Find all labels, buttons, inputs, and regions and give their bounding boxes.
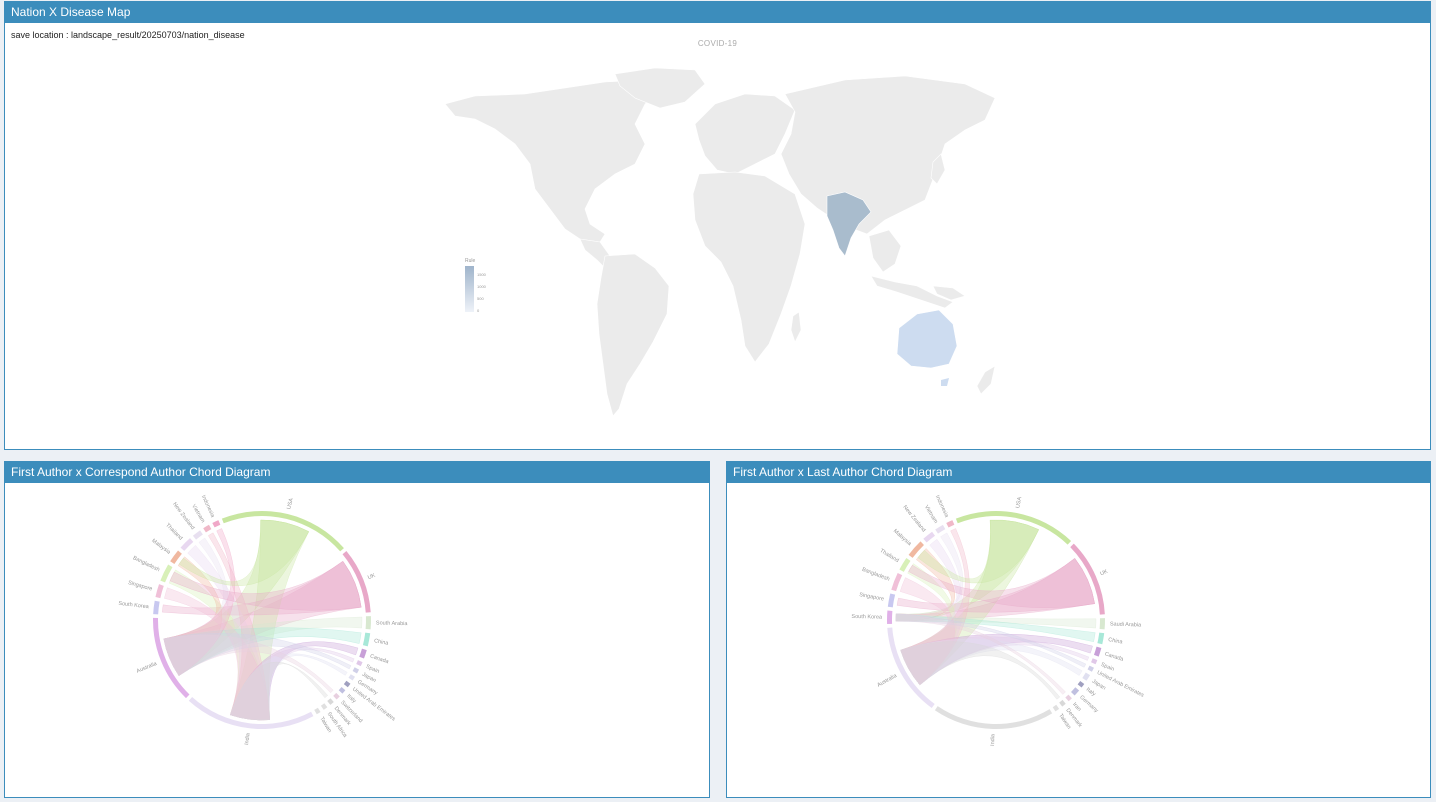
map-legend: Rule 1500 1000 500 0 xyxy=(465,258,487,313)
madagascar[interactable] xyxy=(790,311,802,343)
chord-arc-united-arab-emirates[interactable] xyxy=(1087,665,1094,672)
australia-region[interactable] xyxy=(896,309,958,369)
chord-label: Canada xyxy=(369,653,390,665)
chord-label: Singapore xyxy=(127,580,153,593)
chord-diagram-1[interactable]: USAUKSouth ArabiaChinaCanadaSpainJapanGe… xyxy=(5,484,709,798)
chord-arc-spain[interactable] xyxy=(356,660,363,667)
chord-arc-germany[interactable] xyxy=(1071,687,1080,696)
legend-tick: 500 xyxy=(477,296,484,301)
legend-label: Rule xyxy=(465,258,476,264)
chord-label: South Arabia xyxy=(376,620,409,627)
chord-label: Vietnam xyxy=(923,504,939,525)
chord-arc-india[interactable] xyxy=(934,706,1053,729)
chord-label: South Korea xyxy=(851,614,883,621)
chord-label: India xyxy=(990,733,996,746)
chord-label: Thailand xyxy=(164,522,183,541)
legend-tick: 0 xyxy=(477,308,480,313)
chord-label: India xyxy=(244,732,252,746)
asia[interactable] xyxy=(780,75,996,235)
chord-arc-taiwan[interactable] xyxy=(1052,704,1060,712)
panel-title: First Author x Correspond Author Chord D… xyxy=(5,462,709,483)
chord-label: Malaysia xyxy=(150,538,172,556)
chord-arc-switzerland[interactable] xyxy=(333,692,340,700)
chord-arc-south-korea[interactable] xyxy=(887,610,893,625)
world-map[interactable]: Rule 1500 1000 500 0 xyxy=(5,24,1430,450)
panel-title: First Author x Last Author Chord Diagram xyxy=(727,462,1430,483)
chord-label: South Korea xyxy=(118,601,150,611)
chord-label: Canada xyxy=(1104,651,1125,663)
chord-diagram-2[interactable]: USAUKSaudi ArabiaChinaCanadaSpainUnited … xyxy=(727,484,1430,798)
chord-label: UK xyxy=(367,573,377,582)
legend-tick: 1000 xyxy=(477,284,487,289)
chord-ribbons xyxy=(895,519,1097,700)
chord-arc-new-zealand[interactable] xyxy=(192,530,203,540)
south-america[interactable] xyxy=(596,253,670,417)
chord-arc-vietnam[interactable] xyxy=(935,524,946,534)
north-america[interactable] xyxy=(444,79,666,243)
chord-arc-china[interactable] xyxy=(362,632,371,647)
disease-map-panel: Nation X Disease Map save location : lan… xyxy=(4,1,1431,450)
chord-label: Vietnam xyxy=(190,504,206,525)
chord-arc-indonesia[interactable] xyxy=(212,520,221,528)
chord-arc-canada[interactable] xyxy=(359,648,367,659)
chord-label: Saudi Arabia xyxy=(1110,621,1142,628)
chord-arc-new-zealand[interactable] xyxy=(923,531,936,543)
chord-label: UK xyxy=(1099,569,1109,578)
chord-label: Bangladesh xyxy=(132,555,161,573)
chord-arc-spain[interactable] xyxy=(1091,658,1098,665)
chord-arc-japan[interactable] xyxy=(1082,672,1091,681)
chord-arc-italy[interactable] xyxy=(1077,681,1085,688)
chord-label: Australia xyxy=(876,673,898,689)
chord-arc-united-arab-emirates[interactable] xyxy=(343,680,351,688)
chord-arc-italy[interactable] xyxy=(338,686,346,694)
legend-tick: 1500 xyxy=(477,272,487,277)
chord-arc-south-korea[interactable] xyxy=(153,600,160,615)
chord-ribbons xyxy=(162,519,363,721)
chord-label: USA xyxy=(1015,496,1023,509)
africa[interactable] xyxy=(692,171,806,363)
chord-arc-denmark[interactable] xyxy=(1059,699,1066,707)
chord-arc-denmark[interactable] xyxy=(327,698,334,705)
chord-label: New Zealand xyxy=(901,504,926,533)
chord-arc-south-africa[interactable] xyxy=(320,703,328,710)
chord-arc-saudi-arabia[interactable] xyxy=(1099,618,1105,630)
chord-arc-indonesia[interactable] xyxy=(946,520,955,528)
chord-label: Malaysia xyxy=(892,528,913,547)
chord-arc-thailand[interactable] xyxy=(899,557,911,572)
chord-arc-germany[interactable] xyxy=(348,674,356,681)
panel-title: Nation X Disease Map xyxy=(5,2,1430,23)
chord-label: China xyxy=(1108,637,1124,646)
chord-panel-first-last: First Author x Last Author Chord Diagram… xyxy=(726,461,1431,798)
southeast-asia[interactable] xyxy=(868,229,902,273)
chord-arc-taiwan[interactable] xyxy=(314,707,321,715)
chord-arc-japan[interactable] xyxy=(352,667,360,674)
chord-label: Australia xyxy=(136,661,159,675)
legend-gradient-bar xyxy=(465,266,474,312)
chord-arc-bangladesh[interactable] xyxy=(891,572,903,592)
chord-arc-singapore[interactable] xyxy=(887,593,896,608)
chord-arc-vietnam[interactable] xyxy=(203,524,212,533)
chord-label: Italy xyxy=(1085,687,1097,698)
chord-arc-iran[interactable] xyxy=(1065,694,1072,702)
chord-label: Singapore xyxy=(859,592,885,602)
chord-label: China xyxy=(373,638,389,647)
chord-arc-malaysia[interactable] xyxy=(170,550,182,564)
chord-arc-south-arabia[interactable] xyxy=(365,616,371,630)
chord-panel-first-correspond: First Author x Correspond Author Chord D… xyxy=(4,461,710,798)
chord-label: Bangladesh xyxy=(861,567,890,583)
tasmania-region[interactable] xyxy=(941,378,949,386)
europe[interactable] xyxy=(694,93,796,175)
new-zealand[interactable] xyxy=(976,365,996,395)
chord-arc-singapore[interactable] xyxy=(155,584,164,599)
chord-label: USA xyxy=(286,497,295,510)
chord-arc-china[interactable] xyxy=(1097,632,1105,645)
chord-label: Thailand xyxy=(879,548,900,564)
chord-arc-canada[interactable] xyxy=(1093,646,1102,657)
chord-label: Germany xyxy=(1078,694,1099,714)
chord-label: Indonesia xyxy=(934,494,950,519)
